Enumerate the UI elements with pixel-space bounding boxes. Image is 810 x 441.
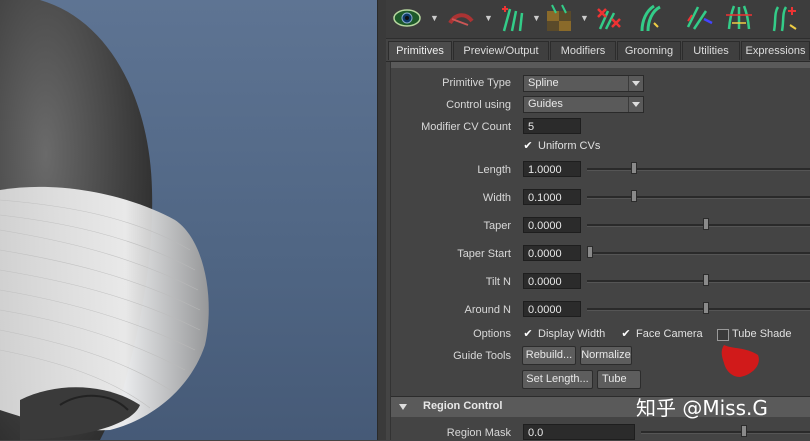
comb-icon[interactable]: [636, 3, 666, 33]
length-slider[interactable]: [587, 168, 810, 171]
around-n-label: Around N: [464, 304, 511, 316]
modifier-cv-count-label: Modifier CV Count: [421, 121, 511, 133]
chevron-down-icon[interactable]: ▼: [484, 13, 493, 23]
eye-icon[interactable]: [392, 3, 422, 33]
width-slider[interactable]: [587, 196, 810, 199]
tab-modifiers[interactable]: Modifiers: [550, 41, 616, 60]
3d-viewport[interactable]: [0, 0, 377, 440]
region-mask-slider-handle[interactable]: [741, 425, 747, 437]
collapse-triangle-icon: [399, 404, 407, 410]
tab-preview-output[interactable]: Preview/Output: [453, 41, 549, 60]
taper-start-label: Taper Start: [457, 248, 511, 260]
xgen-shelf: ▼ ▼ ▼ ▼: [386, 0, 810, 39]
display-width-label: Display Width: [538, 328, 606, 340]
tilt-n-slider[interactable]: [587, 280, 810, 283]
grid-icon[interactable]: [544, 3, 574, 33]
brush-icon[interactable]: [446, 3, 476, 33]
options-label: Options: [473, 328, 511, 340]
control-using-dropdown[interactable]: Guides: [523, 96, 644, 113]
tilt-n-label: Tilt N: [485, 276, 511, 288]
chevron-down-icon[interactable]: ▼: [532, 13, 541, 23]
uniform-cvs-checkbox[interactable]: ✔: [522, 140, 534, 152]
around-n-field[interactable]: 0.0000: [523, 301, 581, 317]
rebuild-button[interactable]: Rebuild...: [522, 346, 576, 365]
tab-bar: Primitives Preview/Output Modifiers Groo…: [386, 41, 810, 62]
chevron-down-icon: [628, 76, 643, 91]
primitive-type-value: Spline: [528, 77, 559, 89]
around-n-slider-handle[interactable]: [703, 302, 709, 314]
width-slider-handle[interactable]: [631, 190, 637, 202]
around-n-slider[interactable]: [587, 308, 810, 311]
display-width-checkbox[interactable]: ✔: [522, 328, 534, 340]
control-using-value: Guides: [528, 98, 563, 110]
chevron-down-icon: [628, 97, 643, 112]
red-annotation-mark: [721, 345, 759, 377]
cut-icon[interactable]: [724, 3, 754, 33]
remove-guide-icon[interactable]: [594, 3, 624, 33]
region-mask-slider[interactable]: [641, 431, 810, 434]
primitive-attributes-header[interactable]: [391, 62, 810, 68]
chevron-down-icon[interactable]: ▼: [430, 13, 439, 23]
scale-icon[interactable]: [684, 3, 714, 33]
set-length-button[interactable]: Set Length...: [522, 370, 593, 389]
length-slider-handle[interactable]: [631, 162, 637, 174]
tilt-n-field[interactable]: 0.0000: [523, 273, 581, 289]
primitive-type-dropdown[interactable]: Spline: [523, 75, 644, 92]
uniform-cvs-label: Uniform CVs: [538, 140, 601, 152]
normalize-button[interactable]: Normalize: [580, 346, 632, 365]
tube-guides-button[interactable]: Tube Gu: [597, 370, 641, 389]
noise-icon[interactable]: [768, 3, 798, 33]
modifier-cv-count-field[interactable]: 5: [523, 118, 581, 134]
control-using-label: Control using: [446, 99, 511, 111]
taper-start-slider[interactable]: [587, 252, 810, 255]
primitive-type-label: Primitive Type: [442, 77, 511, 89]
width-label: Width: [482, 192, 511, 204]
taper-slider[interactable]: [587, 224, 810, 227]
chevron-down-icon[interactable]: ▼: [580, 13, 589, 23]
tilt-n-slider-handle[interactable]: [703, 274, 709, 286]
width-field[interactable]: 0.1000: [523, 189, 581, 205]
guide-tools-label: Guide Tools: [453, 350, 511, 362]
watermark: 知乎 @Miss.G: [636, 396, 768, 420]
add-guide-icon[interactable]: [498, 3, 528, 33]
length-label: Length: [477, 164, 511, 176]
face-camera-label: Face Camera: [636, 328, 703, 340]
tab-primitives[interactable]: Primitives: [388, 41, 452, 60]
tab-grooming[interactable]: Grooming: [617, 41, 681, 60]
length-field[interactable]: 1.0000: [523, 161, 581, 177]
taper-label: Taper: [483, 220, 511, 232]
hair-model-render: [0, 0, 209, 440]
face-camera-checkbox[interactable]: ✔: [620, 328, 632, 340]
taper-field[interactable]: 0.0000: [523, 217, 581, 233]
taper-start-field[interactable]: 0.0000: [523, 245, 581, 261]
primitives-tab-content: Primitive Type Spline Control using Guid…: [390, 62, 810, 440]
region-mask-field[interactable]: 0.0: [523, 424, 635, 440]
region-control-title: Region Control: [423, 400, 503, 412]
tube-shade-label: Tube Shade: [732, 328, 792, 340]
tab-expressions[interactable]: Expressions: [741, 41, 810, 60]
tab-utilities[interactable]: Utilities: [682, 41, 740, 60]
taper-slider-handle[interactable]: [703, 218, 709, 230]
tube-shade-checkbox[interactable]: [717, 329, 729, 341]
taper-start-slider-handle[interactable]: [587, 246, 593, 258]
region-mask-label: Region Mask: [446, 427, 511, 439]
